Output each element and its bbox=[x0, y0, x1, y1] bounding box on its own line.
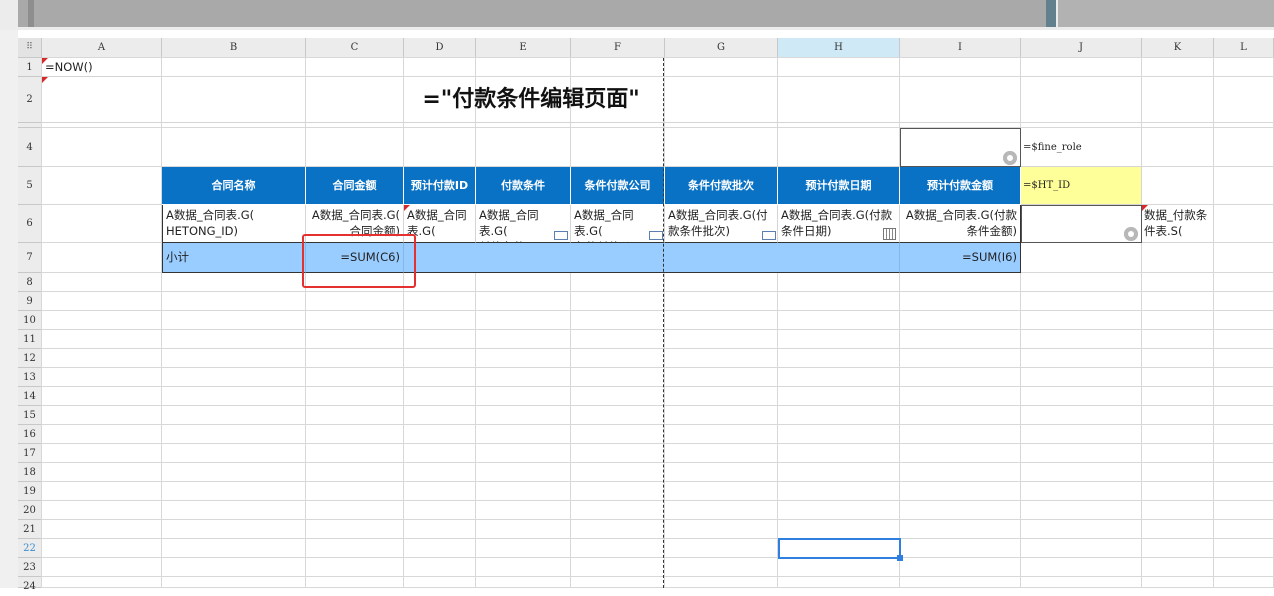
cell-comment-marker bbox=[1142, 205, 1148, 211]
header-payment-date[interactable]: 预计付款日期 bbox=[778, 167, 900, 205]
preview-area-right bbox=[1058, 0, 1274, 27]
cell-j5-param[interactable]: =$HT_ID bbox=[1021, 167, 1142, 205]
cell-b6[interactable]: A数据_合同表.G( HETONG_ID) bbox=[162, 205, 306, 243]
active-cell-selection[interactable] bbox=[778, 538, 901, 559]
highlight-annotation-box bbox=[302, 234, 416, 288]
cell-i6[interactable]: A数据_合同表.G(付款 条件金额) bbox=[900, 205, 1021, 243]
textbox-widget-icon bbox=[762, 231, 776, 240]
cell-comment-marker bbox=[42, 77, 48, 83]
header-contract-amount[interactable]: 合同金额 bbox=[306, 167, 404, 205]
cell-comment-marker bbox=[42, 58, 48, 64]
preview-strip bbox=[28, 0, 34, 27]
header-contract-name[interactable]: 合同名称 bbox=[162, 167, 306, 205]
preview-area bbox=[18, 0, 1056, 27]
gear-icon[interactable] bbox=[1124, 227, 1138, 241]
fill-handle[interactable] bbox=[897, 555, 903, 561]
textbox-widget-icon bbox=[554, 231, 568, 240]
spreadsheet[interactable]: ⠿ A B C D E F G H I J K L 1 2 4 5 6 7 8 … bbox=[0, 30, 1274, 592]
dropdown-widget-icon bbox=[649, 231, 663, 240]
page-break-line bbox=[663, 58, 664, 588]
page-title-cell[interactable]: ="付款条件编辑页面" bbox=[42, 77, 1021, 123]
header-payment-batch[interactable]: 条件付款批次 bbox=[665, 167, 778, 205]
cell-d7-h7-merged[interactable] bbox=[404, 243, 900, 273]
header-payment-terms[interactable]: 付款条件 bbox=[476, 167, 571, 205]
gear-icon[interactable] bbox=[1003, 151, 1017, 165]
preview-edge bbox=[1046, 0, 1056, 27]
calendar-icon bbox=[883, 228, 896, 240]
cell-comment-marker bbox=[404, 205, 410, 211]
header-payment-company[interactable]: 条件付款公司 bbox=[571, 167, 665, 205]
cell-j4[interactable]: =$fine_role bbox=[1021, 128, 1142, 167]
cell-k6[interactable]: 数据_付款条 件表.S( bbox=[1142, 205, 1214, 243]
top-preview-bar bbox=[0, 0, 1274, 30]
header-payment-amount[interactable]: 预计付款金额 bbox=[900, 167, 1021, 205]
cell-i7-sum[interactable]: =SUM(I6) bbox=[900, 243, 1021, 273]
cell-a1[interactable]: =NOW() bbox=[42, 58, 162, 77]
cell-b7-subtotal-label[interactable]: 小计 bbox=[162, 243, 306, 273]
cell-h6[interactable]: A数据_合同表.G(付款 条件日期) bbox=[778, 205, 900, 243]
header-payment-id[interactable]: 预计付款ID bbox=[404, 167, 476, 205]
